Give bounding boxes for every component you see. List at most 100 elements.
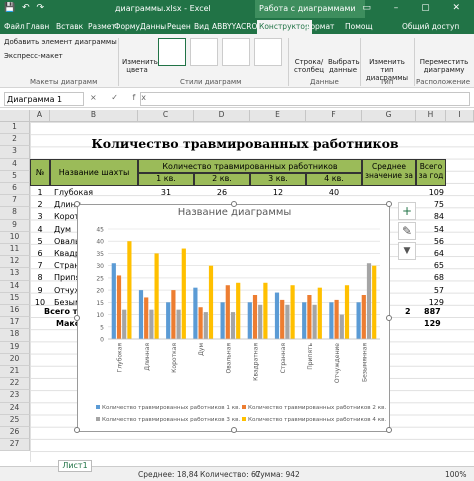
row-header[interactable]: 9 <box>0 219 30 232</box>
resize-handle[interactable] <box>386 201 392 207</box>
resize-handle[interactable] <box>74 315 80 321</box>
resize-handle[interactable] <box>231 201 237 207</box>
chart-style-thumbnail[interactable] <box>158 38 186 66</box>
row-header[interactable]: 14 <box>0 280 30 293</box>
add-chart-element-button[interactable]: Добавить элемент диаграммы <box>4 38 117 46</box>
row-header[interactable]: 18 <box>0 329 30 342</box>
row-header[interactable]: 3 <box>0 146 30 159</box>
tab-share[interactable]: Общий доступ <box>400 20 461 34</box>
bar <box>263 282 268 339</box>
column-header[interactable]: F <box>306 110 362 122</box>
quick-access-toolbar[interactable]: 💾 ↶ ↷ <box>4 3 46 13</box>
chart-style-thumbnail[interactable] <box>254 38 282 66</box>
row-header[interactable]: 1 <box>0 122 30 135</box>
bar <box>356 302 361 339</box>
chart-area[interactable]: Название диаграммы 0 5 10 15 20 25 30 35 40 45 Глу… <box>74 201 392 433</box>
row-header[interactable]: 4 <box>0 158 30 171</box>
column-header[interactable]: G <box>362 110 416 122</box>
bar <box>302 302 307 339</box>
bar <box>372 265 377 339</box>
resize-handle[interactable] <box>74 201 80 207</box>
quick-layout-button[interactable]: Экспресс-макет <box>4 52 63 60</box>
resize-handle[interactable] <box>386 427 392 433</box>
tab-data[interactable]: Данны <box>138 20 168 34</box>
row-header[interactable]: 12 <box>0 256 30 269</box>
row-header[interactable]: 7 <box>0 195 30 208</box>
quarter-value: 12 <box>272 188 284 197</box>
row-header[interactable]: 5 <box>0 170 30 183</box>
chart-styles-button[interactable]: ✎ <box>398 222 416 240</box>
chart-tools-context-label: Работа с диаграммами <box>255 0 365 18</box>
status-count: Количество: 67 <box>200 470 261 479</box>
select-data-button[interactable]: Выбрать данные <box>328 58 360 74</box>
row-header[interactable]: 13 <box>0 268 30 281</box>
chart-elements-button[interactable]: + <box>398 202 416 220</box>
x-tick-label: Дум <box>198 343 205 356</box>
row-header[interactable]: 19 <box>0 341 30 354</box>
chart-filters-button[interactable]: ▼ <box>398 242 416 260</box>
resize-handle[interactable] <box>74 427 80 433</box>
row-header[interactable]: 8 <box>0 207 30 220</box>
column-header[interactable]: A <box>30 110 50 122</box>
chart-style-thumbnail[interactable] <box>222 38 250 66</box>
bar <box>138 290 144 339</box>
sheet-tab[interactable]: Лист1 <box>58 460 92 472</box>
header-quarter: 2 кв. <box>194 173 250 186</box>
move-chart-button[interactable]: Переместить диаграмму <box>415 58 473 74</box>
bar <box>149 309 154 339</box>
tab-view[interactable]: Вид <box>192 20 211 34</box>
name-box[interactable]: Диаграмма 1 <box>4 92 84 106</box>
column-header[interactable]: C <box>138 110 194 122</box>
year-total: 68 <box>433 273 444 283</box>
row-header[interactable]: 6 <box>0 183 30 196</box>
resize-handle[interactable] <box>231 427 237 433</box>
column-header[interactable]: H <box>416 110 446 122</box>
window-controls[interactable]: ▭ – ▢ ✕ <box>362 3 470 13</box>
resize-handle[interactable] <box>386 315 392 321</box>
bar <box>198 307 203 339</box>
legend-swatch <box>242 405 246 409</box>
tab-home[interactable]: Главн <box>24 20 51 34</box>
row-header[interactable]: 25 <box>0 414 30 427</box>
switch-row-column-button[interactable]: Строка/ столбец <box>291 58 327 74</box>
row-header[interactable]: 21 <box>0 366 30 379</box>
chart-plot[interactable]: 0 5 10 15 20 25 30 35 40 45 Глубокая Длинная Коротка… <box>78 205 389 431</box>
tab-review[interactable]: Рецен <box>165 20 193 34</box>
legend-entry: Количество травмированных работников 3 к… <box>102 417 240 423</box>
row-header[interactable]: 27 <box>0 439 30 452</box>
mine-name: Корот <box>54 212 80 222</box>
row-header[interactable]: 10 <box>0 231 30 244</box>
row-header[interactable]: 15 <box>0 292 30 305</box>
tab-insert[interactable]: Вставк <box>54 20 85 34</box>
bar <box>225 285 230 339</box>
row-header[interactable]: 20 <box>0 353 30 366</box>
row-header[interactable]: 23 <box>0 390 30 403</box>
ribbon-separator <box>360 38 361 86</box>
row-header[interactable]: 11 <box>0 244 30 257</box>
row-header[interactable]: 22 <box>0 378 30 391</box>
formula-bar: Диаграмма 1 × ✓ fx <box>0 90 474 108</box>
row-header[interactable]: 17 <box>0 317 30 330</box>
change-colors-button[interactable]: Изменить цвета <box>122 58 158 74</box>
year-total: 109 <box>428 188 444 197</box>
row-header[interactable]: 2 <box>0 134 30 147</box>
chart-style-thumbnail[interactable] <box>190 38 218 66</box>
row-header[interactable]: 16 <box>0 305 30 318</box>
group-label-layouts: Макеты диаграмм <box>30 78 98 86</box>
formula-input[interactable] <box>140 92 470 106</box>
select-all-corner[interactable] <box>0 110 30 122</box>
column-header[interactable]: D <box>194 110 250 122</box>
header-no: № <box>30 159 50 186</box>
zoom-level[interactable]: 100% <box>445 470 466 479</box>
mine-name: Глубокая <box>54 188 94 197</box>
row-header[interactable]: 24 <box>0 402 30 415</box>
bar <box>290 285 295 339</box>
column-header[interactable]: I <box>446 110 474 122</box>
column-header[interactable]: B <box>50 110 138 122</box>
column-header[interactable]: E <box>250 110 306 122</box>
row-header[interactable]: 26 <box>0 427 30 440</box>
title-bar: 💾 ↶ ↷ диаграммы.xlsx - Excel Работа с ди… <box>0 0 474 18</box>
tab-format[interactable]: Формат <box>302 20 336 34</box>
bar <box>230 312 236 339</box>
tab-help[interactable]: Помощ <box>343 20 375 34</box>
